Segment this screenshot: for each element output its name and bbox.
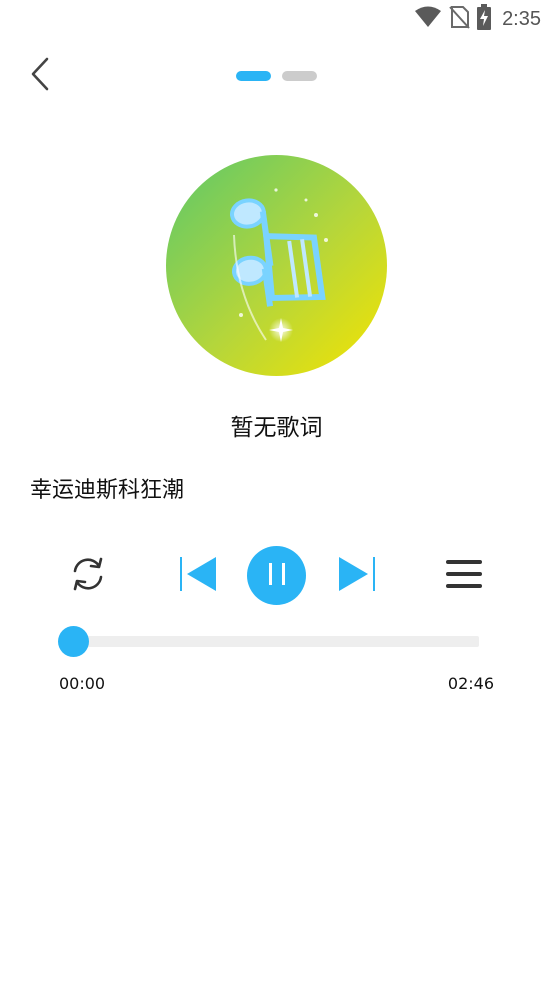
- repeat-icon: [68, 554, 108, 598]
- status-bar: 2:35: [0, 0, 553, 38]
- back-button[interactable]: [22, 56, 58, 96]
- total-time: 02:46: [447, 674, 494, 693]
- playlist-button[interactable]: [442, 554, 486, 598]
- player-controls: [0, 546, 553, 606]
- song-title: 幸运迪斯科狂潮: [30, 478, 185, 503]
- no-sim-icon: [448, 5, 470, 33]
- battery-charging-icon: [476, 4, 492, 34]
- lyrics-text: 暂无歌词: [230, 415, 323, 441]
- status-time: 2:35: [502, 7, 541, 30]
- skip-previous-icon: [178, 554, 218, 598]
- chevron-left-icon: [29, 57, 51, 95]
- page-dot-lyrics[interactable]: [236, 71, 271, 81]
- play-pause-button[interactable]: [247, 546, 306, 605]
- wifi-icon: [414, 6, 442, 32]
- status-icons: 2:35: [414, 4, 541, 34]
- current-time: 00:00: [59, 674, 106, 693]
- previous-button[interactable]: [176, 554, 220, 598]
- page-indicator: [236, 71, 317, 81]
- album-art: [166, 155, 387, 376]
- skip-next-icon: [337, 554, 377, 598]
- pause-icon: [265, 561, 289, 591]
- page-dot-playlist[interactable]: [282, 71, 317, 81]
- progress-thumb[interactable]: [57, 626, 89, 657]
- repeat-button[interactable]: [66, 554, 110, 598]
- next-button[interactable]: [335, 554, 379, 598]
- progress-track[interactable]: [73, 636, 479, 647]
- playlist-menu-icon: [444, 554, 484, 598]
